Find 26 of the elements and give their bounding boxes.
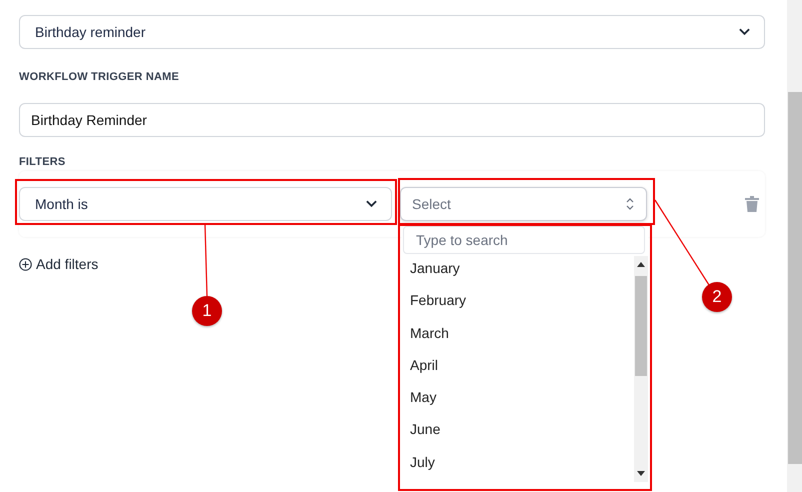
chevron-down-icon bbox=[739, 28, 750, 36]
plus-circle-icon bbox=[19, 258, 32, 270]
search-field[interactable]: Type to search bbox=[403, 226, 645, 254]
condition-select[interactable]: Month is bbox=[19, 187, 392, 221]
add-filters-link[interactable]: Add filters bbox=[19, 256, 98, 272]
list-scrollbar[interactable] bbox=[634, 256, 648, 482]
month-option[interactable]: January bbox=[410, 256, 634, 288]
scroll-down-icon[interactable] bbox=[637, 471, 645, 476]
trigger-select[interactable]: Birthday reminder bbox=[19, 15, 765, 49]
month-option[interactable]: July bbox=[410, 450, 634, 482]
month-option[interactable]: February bbox=[410, 288, 634, 321]
month-option[interactable]: March bbox=[410, 320, 634, 353]
field-label: WORKFLOW TRIGGER NAME bbox=[19, 71, 180, 83]
field-label: FILTERS bbox=[19, 156, 66, 168]
month-option[interactable]: May bbox=[410, 385, 634, 418]
callout-marker: 1 bbox=[192, 296, 222, 326]
month-option[interactable]: June bbox=[410, 417, 634, 450]
page-scrollbar[interactable] bbox=[787, 0, 802, 492]
up-down-icon bbox=[626, 197, 634, 211]
chevron-down-icon bbox=[366, 200, 377, 208]
value-select[interactable]: Select bbox=[400, 187, 647, 221]
scroll-up-icon[interactable] bbox=[637, 262, 645, 267]
trash-icon[interactable] bbox=[745, 196, 759, 212]
callout-marker: 2 bbox=[702, 282, 732, 312]
month-option[interactable]: April bbox=[410, 352, 634, 386]
trigger-name-field[interactable]: Birthday Reminder bbox=[19, 103, 765, 137]
